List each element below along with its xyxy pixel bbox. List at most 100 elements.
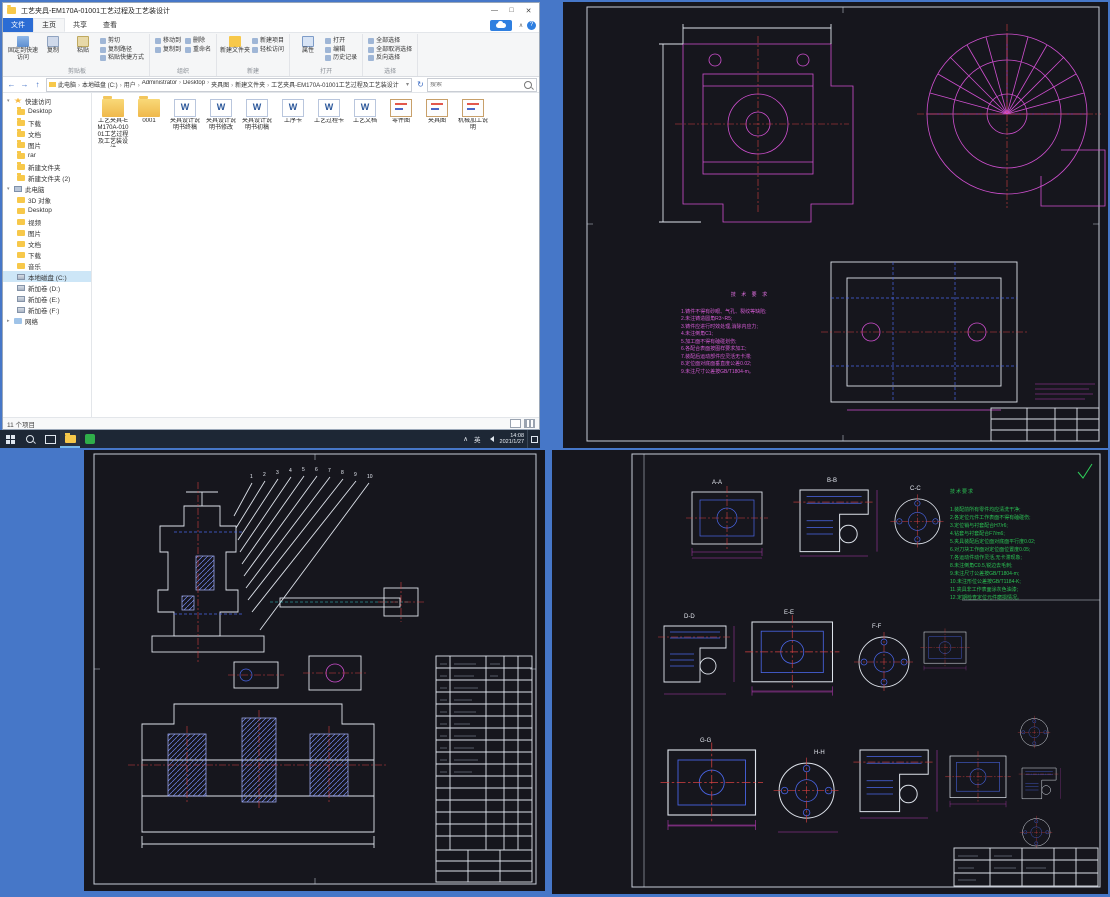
file-item[interactable]: W 工艺文档 (348, 99, 382, 147)
taskbar-caxa-button[interactable] (80, 430, 100, 448)
ribbon-collapse-icon[interactable]: ∧ (515, 18, 527, 32)
sidebar-item[interactable]: 文档 (3, 128, 91, 139)
properties-icon (302, 36, 315, 47)
file-item[interactable]: W 工艺夹具-EM170A-01001工艺过程及工艺装设计 (96, 96, 130, 147)
sidebar-item[interactable]: 图片 (3, 227, 91, 238)
file-item[interactable]: W 0001 (132, 96, 166, 147)
breadcrumb-item[interactable]: 本地磁盘 (C:) (82, 80, 124, 89)
sidebar-item[interactable]: 3D 对象 (3, 194, 91, 205)
tab-share[interactable]: 共享 (65, 18, 95, 32)
tab-home[interactable]: 主页 (33, 18, 65, 32)
open-button[interactable]: 打开 (325, 37, 357, 46)
breadcrumb-item[interactable]: 此电脑 (58, 80, 82, 89)
file-name: 夹具设计说明书初稿 (241, 118, 272, 131)
pin-icon (17, 36, 29, 47)
close-button[interactable]: ✕ (520, 4, 537, 17)
sidebar-item[interactable]: 下载 (3, 249, 91, 260)
tree-chevron-icon: ▾ (7, 97, 10, 104)
cloud-badge[interactable] (490, 19, 512, 31)
file-item[interactable]: W 夹具设计说明书初稿 (240, 99, 274, 147)
select-all-button[interactable]: 全部选择 (368, 37, 412, 46)
new-folder-button[interactable]: 新建文件夹 (220, 35, 250, 56)
refresh-button[interactable]: ↻ (414, 80, 427, 89)
sidebar-item[interactable]: 新加卷 (E:) (3, 293, 91, 304)
sidebar-item[interactable]: 新建文件夹 (3, 161, 91, 172)
back-button[interactable]: ← (5, 80, 18, 89)
copy-to-icon (155, 46, 162, 53)
thumbnail-view-icon[interactable] (524, 419, 535, 428)
sidebar-network[interactable]: ▸ 网络 (3, 315, 91, 326)
breadcrumb-item[interactable]: Desktop (183, 80, 211, 89)
end-bracket (378, 582, 424, 622)
sidebar-item[interactable]: 图片 (3, 139, 91, 150)
rename-button[interactable]: 重命名 (185, 46, 211, 55)
sidebar-item[interactable]: Desktop (3, 205, 91, 216)
sidebar-this-pc[interactable]: ▾ 此电脑 (3, 183, 91, 194)
group-label-organize: 组织 (177, 69, 190, 75)
file-item[interactable]: W 夹具图 (420, 99, 454, 147)
volume-icon[interactable] (484, 430, 497, 448)
paste-button[interactable]: 粘贴 (68, 35, 98, 56)
sidebar-item[interactable]: rar (3, 150, 91, 161)
paste-shortcut-button[interactable]: 粘贴快捷方式 (100, 54, 144, 63)
forward-button[interactable]: → (18, 80, 31, 89)
action-center-icon[interactable] (527, 430, 540, 448)
tab-file[interactable]: 文件 (3, 18, 33, 32)
sidebar-item[interactable]: 视频 (3, 216, 91, 227)
sidebar-quick-access[interactable]: ▾ 快速访问 (3, 95, 91, 106)
breadcrumb-item[interactable]: Administrator (142, 80, 183, 89)
address-bar[interactable]: 此电脑本地磁盘 (C:)用户AdministratorDesktop夹具图新建文… (46, 77, 412, 92)
file-item[interactable]: W 夹具设计说明书终稿 (168, 99, 202, 147)
file-item[interactable]: W 零件图 (384, 99, 418, 147)
sidebar-item[interactable]: 新加卷 (F:) (3, 304, 91, 315)
sidebar-item[interactable]: 本地磁盘 (C:) (3, 271, 91, 282)
copy-to-button[interactable]: 复制到 (155, 46, 181, 55)
tab-view[interactable]: 查看 (95, 18, 125, 32)
details-view-icon[interactable] (510, 419, 521, 428)
select-none-button[interactable]: 全部取消选择 (368, 46, 412, 55)
file-item[interactable]: W 工艺过程卡 (312, 99, 346, 147)
maximize-button[interactable]: □ (503, 4, 520, 17)
sidebar-item[interactable]: 下载 (3, 117, 91, 128)
title-block (953, 847, 1099, 887)
balloon-label: 7 (328, 468, 331, 474)
taskbar-explorer-button[interactable] (60, 430, 80, 448)
copy-button[interactable]: 复制 (38, 35, 68, 56)
search-input[interactable] (428, 81, 524, 88)
up-button[interactable]: ↑ (31, 80, 44, 89)
file-item[interactable]: W 机械加工说明 (456, 99, 490, 147)
taskbar-search-button[interactable] (20, 430, 40, 448)
sidebar-item[interactable]: 音乐 (3, 260, 91, 271)
ime-indicator[interactable]: 英 (471, 430, 484, 448)
sidebar-item[interactable]: Desktop (3, 106, 91, 117)
breadcrumb-item[interactable]: 工艺夹具-EM170A-01001工艺过程及工艺装设计 (271, 80, 399, 89)
delete-button[interactable]: 删除 (185, 37, 211, 46)
new-item-button[interactable]: 新建项目 (252, 37, 284, 46)
tray-expand-icon[interactable]: ∧ (460, 430, 471, 448)
file-item[interactable]: W 工序卡 (276, 99, 310, 147)
minimize-button[interactable]: — (486, 4, 503, 17)
task-view-button[interactable] (40, 430, 60, 448)
taskbar-clock[interactable]: 14:08 2021/1/27 (497, 430, 527, 448)
start-button[interactable] (0, 430, 20, 448)
pin-button[interactable]: 固定到快速访问 (8, 35, 38, 62)
breadcrumb-item[interactable]: 新建文件夹 (235, 80, 271, 89)
file-item[interactable]: W 夹具设计说明书修改 (204, 99, 238, 147)
sidebar-item[interactable]: 文档 (3, 238, 91, 249)
history-button[interactable]: 历史记录 (325, 54, 357, 63)
breadcrumb-item[interactable]: 用户 (124, 80, 142, 89)
edit-button[interactable]: 编辑 (325, 46, 357, 55)
help-icon[interactable]: ? (527, 20, 536, 30)
folder-icon (17, 161, 25, 170)
properties-button[interactable]: 属性 (293, 35, 323, 56)
cut-button[interactable]: 剪切 (100, 37, 144, 46)
breadcrumb-item[interactable]: 夹具图 (211, 80, 235, 89)
sidebar-item[interactable]: 新加卷 (D:) (3, 282, 91, 293)
easy-access-button[interactable]: 轻松访问 (252, 46, 284, 55)
copy-path-button[interactable]: 复制路径 (100, 46, 144, 55)
address-dropdown-icon[interactable]: ▾ (406, 81, 409, 88)
move-to-button[interactable]: 移动到 (155, 37, 181, 46)
invert-selection-button[interactable]: 反向选择 (368, 54, 412, 63)
sidebar-item[interactable]: 新建文件夹 (2) (3, 172, 91, 183)
windows-logo-icon (5, 434, 15, 444)
